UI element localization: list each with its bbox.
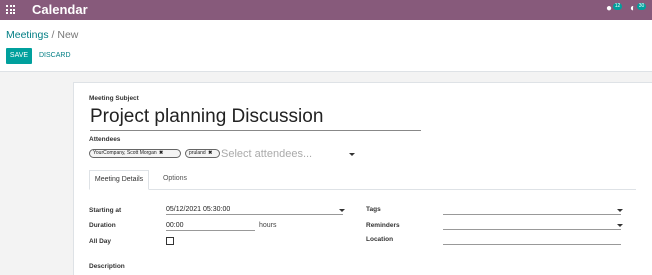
breadcrumb-current: New — [57, 29, 79, 41]
activities-count-badge: 30 — [637, 3, 646, 10]
reminders-input[interactable] — [443, 220, 621, 230]
all-day-label: All Day — [89, 238, 112, 245]
form-sheet: Meeting Subject Project planning Discuss… — [73, 82, 652, 275]
all-day-checkbox[interactable] — [166, 237, 174, 245]
attendees-field[interactable]: YourCompany, Scott Morgan ✖ pruland ✖ Se… — [89, 147, 357, 161]
top-navbar: Calendar ● 12 ◐ 30 — [0, 0, 652, 20]
location-input[interactable] — [443, 235, 621, 245]
discard-button[interactable]: DISCARD — [39, 48, 71, 64]
breadcrumb: Meetings / New — [6, 29, 78, 41]
clock-icon: ◐ — [630, 3, 637, 14]
starting-at-input[interactable]: 05/12/2021 05:30:00 — [166, 205, 343, 215]
tags-label: Tags — [366, 206, 381, 213]
attendee-tag[interactable]: YourCompany, Scott Morgan ✖ — [89, 149, 181, 158]
app-title[interactable]: Calendar — [32, 2, 88, 18]
chevron-down-icon[interactable] — [349, 153, 355, 156]
attendee-tag-label: pruland — [189, 150, 206, 156]
breadcrumb-meetings-link[interactable]: Meetings — [6, 29, 49, 41]
meeting-subject-input[interactable]: Project planning Discussion — [90, 105, 421, 131]
messages-count-badge: 12 — [613, 3, 622, 10]
control-panel: Meetings / New SAVE DISCARD — [0, 20, 652, 72]
attendees-label: Attendees — [89, 136, 121, 143]
form-tabs: Meeting Details Options — [89, 170, 636, 190]
tab-options[interactable]: Options — [151, 170, 199, 190]
location-label: Location — [366, 236, 394, 243]
meeting-subject-label: Meeting Subject — [89, 95, 139, 102]
chat-icon: ● — [606, 3, 613, 14]
attendees-input[interactable]: Select attendees... — [221, 147, 312, 161]
chevron-down-icon[interactable] — [339, 209, 345, 212]
tab-meeting-details[interactable]: Meeting Details — [89, 170, 149, 190]
chevron-down-icon[interactable] — [617, 209, 623, 212]
reminders-label: Reminders — [366, 222, 400, 229]
remove-tag-icon[interactable]: ✖ — [207, 150, 212, 156]
tags-input[interactable] — [443, 205, 621, 215]
breadcrumb-separator: / — [51, 29, 55, 41]
duration-input[interactable]: 00:00 — [166, 221, 255, 231]
apps-grid-icon[interactable] — [6, 5, 15, 14]
save-button[interactable]: SAVE — [6, 48, 32, 64]
remove-tag-icon[interactable]: ✖ — [158, 150, 163, 156]
duration-label: Duration — [89, 222, 116, 229]
description-label: Description — [89, 263, 125, 270]
chevron-down-icon[interactable] — [617, 224, 623, 227]
messages-button[interactable]: ● 12 — [606, 3, 622, 17]
attendee-tag-label: YourCompany, Scott Morgan — [93, 150, 157, 156]
attendee-tag[interactable]: pruland ✖ — [185, 149, 220, 158]
starting-at-label: Starting at — [89, 207, 122, 214]
activities-button[interactable]: ◐ 30 — [630, 3, 646, 17]
duration-unit: hours — [259, 222, 277, 229]
